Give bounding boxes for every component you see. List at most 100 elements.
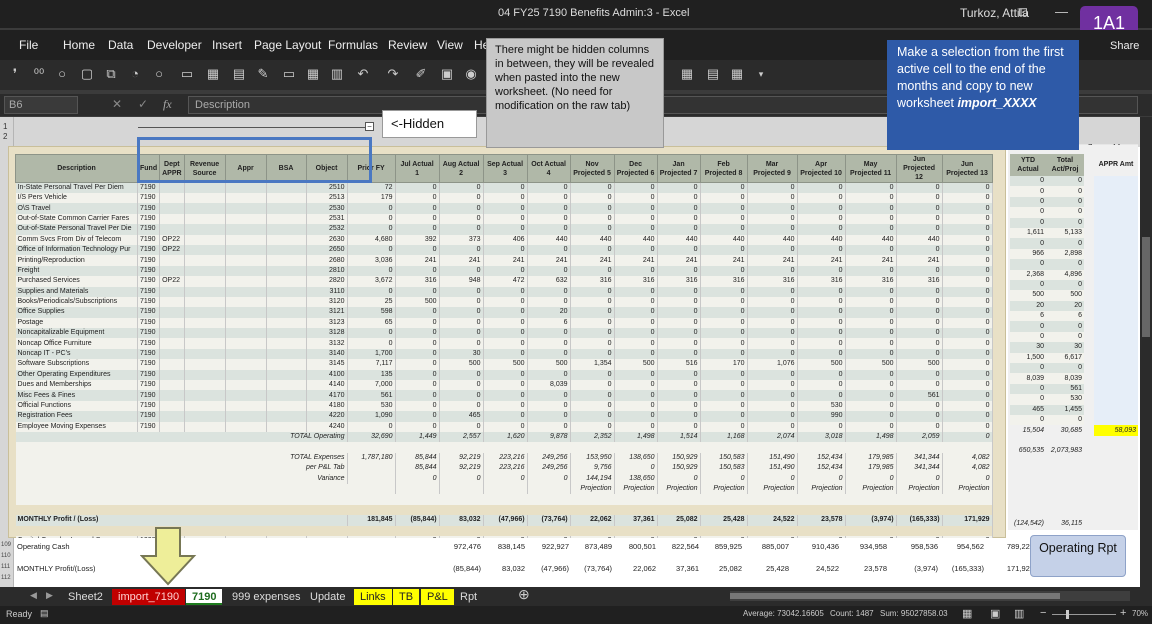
- summary-cell[interactable]: [1084, 197, 1094, 207]
- grid2-icon[interactable]: ▦: [730, 67, 744, 81]
- summary-cell[interactable]: 8,039: [1046, 373, 1084, 384]
- table-cell[interactable]: [225, 182, 267, 193]
- table-cell[interactable]: 7190: [137, 369, 161, 381]
- row-number[interactable]: 112: [1, 575, 11, 581]
- table-cell[interactable]: 0: [614, 328, 658, 339]
- table-cell[interactable]: 0: [439, 390, 484, 401]
- table-cell[interactable]: [159, 296, 185, 308]
- summary-cell[interactable]: [1094, 321, 1138, 332]
- table-cell[interactable]: [266, 348, 307, 360]
- table-cell[interactable]: 7190: [137, 296, 161, 308]
- table-cell[interactable]: 0: [700, 369, 748, 381]
- table-cell[interactable]: 0: [797, 473, 846, 484]
- calc-icon[interactable]: ▦: [680, 67, 694, 81]
- column-header[interactable]: Jun Projected 12: [895, 154, 943, 183]
- table-cell[interactable]: 0: [657, 369, 701, 381]
- table-cell[interactable]: 7190: [137, 380, 161, 391]
- table-cell[interactable]: 0: [483, 338, 528, 349]
- table-cell[interactable]: 0: [614, 317, 658, 329]
- table-cell[interactable]: [391, 541, 439, 552]
- table-cell[interactable]: [940, 574, 986, 585]
- table-cell[interactable]: (165,333): [896, 515, 943, 526]
- table-cell[interactable]: [395, 483, 440, 495]
- table-cell[interactable]: (47,966): [483, 515, 528, 526]
- table-cell[interactable]: 0: [657, 286, 701, 297]
- table-cell[interactable]: 7190: [137, 224, 161, 235]
- summary-cell[interactable]: [1094, 342, 1138, 353]
- table-cell[interactable]: 0: [483, 213, 528, 225]
- table-cell[interactable]: [184, 286, 226, 297]
- table-cell[interactable]: [225, 369, 267, 381]
- table-cell[interactable]: 0: [747, 338, 798, 349]
- table-cell[interactable]: TOTAL Expenses: [15, 452, 348, 464]
- summary-cell[interactable]: [1094, 394, 1138, 405]
- table-cell[interactable]: 25,428: [744, 563, 791, 574]
- table-cell[interactable]: 0: [797, 421, 846, 432]
- table-cell[interactable]: 0: [797, 265, 846, 277]
- table-cell[interactable]: [266, 338, 307, 349]
- summary-row[interactable]: TOTAL Operating 32,690 1,449 2,557 1,620 9,87…: [15, 431, 993, 443]
- table-cell[interactable]: 7190: [137, 286, 161, 297]
- table-cell[interactable]: 0: [747, 473, 798, 484]
- summary-row[interactable]: 00: [1010, 196, 1138, 208]
- table-cell[interactable]: 6: [527, 317, 571, 329]
- table-cell[interactable]: 7190: [137, 328, 161, 339]
- table-cell[interactable]: [159, 338, 185, 349]
- table-cell[interactable]: 0: [700, 348, 748, 360]
- table-cell[interactable]: 0: [747, 265, 798, 277]
- table-cell[interactable]: [159, 193, 185, 204]
- summary-cell[interactable]: [1084, 290, 1094, 300]
- table-cell[interactable]: 822,564: [658, 541, 701, 552]
- summary-cell[interactable]: [1084, 519, 1094, 529]
- table-cell[interactable]: [266, 390, 307, 401]
- tab-insert[interactable]: Insert: [212, 38, 242, 52]
- table-row[interactable]: Registration Fees 7190 4220 1,090 0 465 0 0 0 0 0 0…: [15, 411, 993, 422]
- summary-cell[interactable]: [1094, 436, 1138, 446]
- table-cell[interactable]: [266, 359, 307, 370]
- box-icon[interactable]: ▭: [282, 67, 296, 81]
- table-cell[interactable]: 0: [614, 390, 658, 401]
- brush-icon[interactable]: ✎: [256, 67, 270, 81]
- table-cell[interactable]: 0: [483, 411, 528, 422]
- table-cell[interactable]: 0: [942, 276, 993, 287]
- table-cell[interactable]: [940, 552, 986, 563]
- sheet-tab-update[interactable]: Update: [304, 589, 351, 605]
- table-cell[interactable]: 0: [614, 265, 658, 277]
- table-row[interactable]: Other Operating Expenditures 7190 4100 135 0…: [15, 369, 993, 381]
- table-cell[interactable]: [159, 203, 185, 214]
- summary-row[interactable]: 00: [1010, 259, 1138, 270]
- summary-cell[interactable]: 15,504: [1010, 425, 1046, 435]
- summary-cell[interactable]: [1046, 509, 1084, 519]
- table-cell[interactable]: 2530: [306, 203, 348, 214]
- table-cell[interactable]: 9,756: [570, 463, 615, 474]
- table-cell[interactable]: 561: [896, 390, 943, 401]
- table-cell[interactable]: 0: [797, 390, 846, 401]
- table-cell[interactable]: [184, 244, 226, 256]
- table-cell[interactable]: 7190: [137, 193, 161, 204]
- table-cell[interactable]: Misc Fees & Fines: [15, 390, 138, 401]
- table-cell[interactable]: (165,333): [940, 563, 986, 574]
- table-cell[interactable]: 2510: [306, 182, 348, 193]
- table-cell[interactable]: 0: [845, 307, 897, 318]
- table-cell[interactable]: 1,787,180: [347, 452, 396, 464]
- summary-cell[interactable]: [1084, 270, 1094, 280]
- table-row[interactable]: Noncap Office Furniture 7190 3132 0 0 0 0 0 0 0 0 0…: [15, 338, 993, 349]
- table-cell[interactable]: 0: [747, 348, 798, 360]
- table-cell[interactable]: 440: [845, 234, 897, 245]
- summary-cell[interactable]: 1,611: [1010, 227, 1046, 239]
- table-cell[interactable]: 153,950: [570, 452, 615, 464]
- table-cell[interactable]: 0: [570, 244, 615, 256]
- summary-cell[interactable]: 0: [1010, 383, 1046, 395]
- table-cell[interactable]: [483, 483, 528, 495]
- table-cell[interactable]: 0: [845, 193, 897, 204]
- summary-cell[interactable]: [1010, 436, 1046, 446]
- summary-cell[interactable]: 561: [1046, 383, 1084, 395]
- summary-cell[interactable]: [1084, 425, 1094, 435]
- summary-cell[interactable]: 0: [1010, 321, 1046, 332]
- zoom-level[interactable]: 70%: [1132, 609, 1148, 618]
- summary-cell[interactable]: [1094, 467, 1138, 477]
- table-cell[interactable]: 0: [483, 317, 528, 329]
- table-cell[interactable]: 151,490: [747, 452, 798, 464]
- table-cell[interactable]: 316: [700, 276, 748, 287]
- summary-row[interactable]: TOTAL Expenses 1,787,180 85,844 92,219 223,2…: [15, 452, 993, 464]
